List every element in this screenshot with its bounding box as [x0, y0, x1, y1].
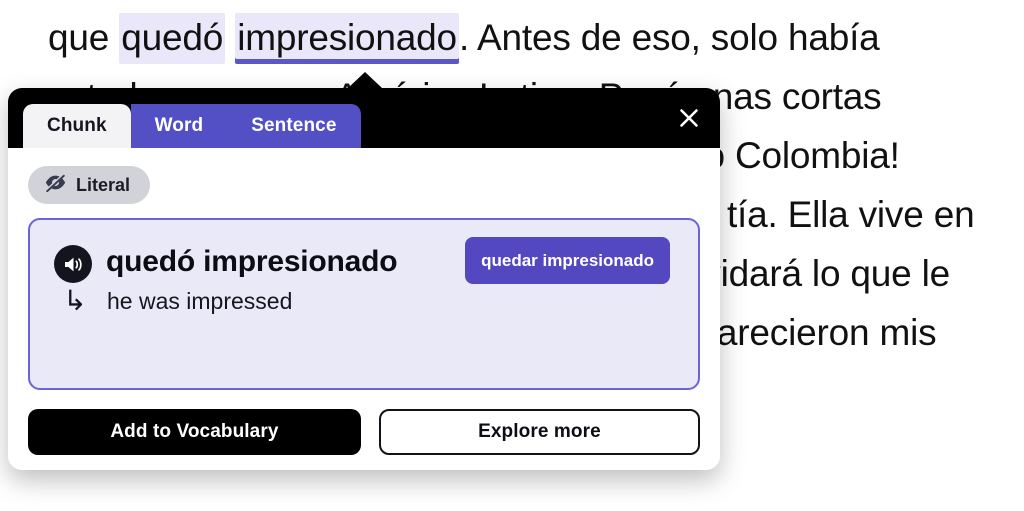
- tab-word-label: Word: [154, 115, 204, 136]
- literal-chip-label: Literal: [76, 174, 131, 195]
- popup-body: Literal quedó impresionado ↳ he was impr…: [8, 148, 720, 470]
- speaker-icon[interactable]: [54, 245, 92, 283]
- tab-chunk-label: Chunk: [47, 115, 107, 136]
- add-to-vocabulary-label: Add to Vocabulary: [110, 421, 279, 442]
- tab-chunk[interactable]: Chunk: [23, 104, 131, 148]
- tab-sentence-label: Sentence: [251, 115, 337, 136]
- explore-more-label: Explore more: [478, 421, 601, 442]
- chunk-term: quedó impresionado: [106, 245, 398, 278]
- popup-pointer-triangle: [347, 72, 383, 89]
- popup-header: Chunk Word Sentence: [8, 88, 720, 148]
- passage-space: [225, 17, 235, 58]
- popup-footer: Add to Vocabulary Explore more: [28, 409, 700, 455]
- close-icon[interactable]: [672, 101, 706, 135]
- arrow-turn-down-right-icon: ↳: [63, 285, 87, 316]
- eye-off-icon: [44, 173, 67, 197]
- tab-word[interactable]: Word: [130, 104, 228, 148]
- lemma-badge[interactable]: quedar impresionado: [465, 237, 670, 284]
- tab-sentence[interactable]: Sentence: [227, 104, 361, 148]
- chunk-detail-card: quedó impresionado ↳ he was impressed qu…: [28, 218, 700, 390]
- passage-text-lead: que: [48, 17, 120, 58]
- popup-tab-bar: Chunk Word Sentence: [23, 104, 361, 148]
- highlighted-word-impresionado[interactable]: impresionado: [235, 13, 459, 64]
- chunk-translation: he was impressed: [107, 287, 293, 314]
- chunk-popup: Chunk Word Sentence Literal quedó impres…: [8, 72, 720, 470]
- add-to-vocabulary-button[interactable]: Add to Vocabulary: [28, 409, 361, 455]
- explore-more-button[interactable]: Explore more: [378, 409, 700, 455]
- literal-toggle-chip[interactable]: Literal: [28, 166, 151, 204]
- chunk-translation-row: ↳ he was impressed: [57, 287, 674, 315]
- highlighted-word-quedo[interactable]: quedó: [119, 13, 226, 64]
